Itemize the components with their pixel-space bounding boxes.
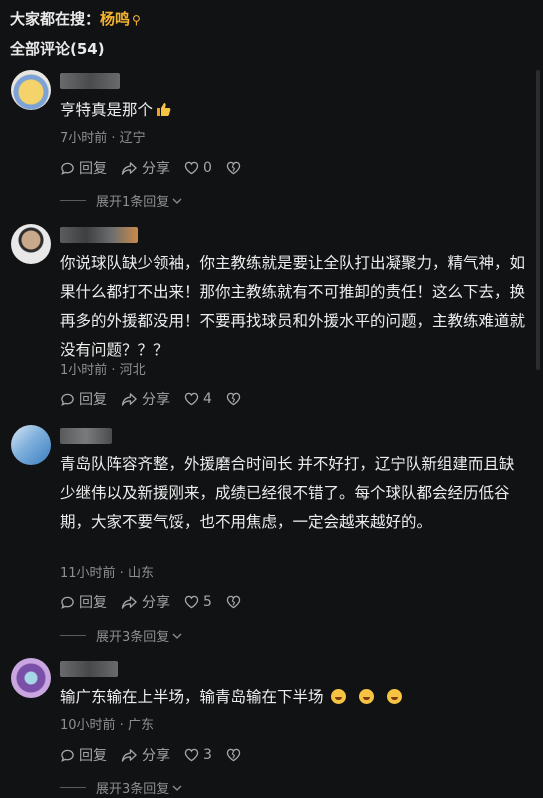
hot-search-label: 大家都在搜： bbox=[10, 10, 101, 28]
username-blurred[interactable] bbox=[60, 661, 118, 679]
comment-actions: 回复 分享 5 bbox=[60, 592, 259, 612]
like-button[interactable]: 3 bbox=[184, 747, 212, 763]
dislike-button[interactable] bbox=[226, 161, 245, 175]
reply-icon bbox=[61, 393, 74, 406]
share-button[interactable]: 分享 bbox=[121, 158, 170, 178]
hot-search-bar[interactable]: 大家都在搜：杨鸣 ⚲ bbox=[10, 8, 141, 29]
like-button[interactable]: 4 bbox=[184, 391, 212, 407]
comment-meta: 1小时前 · 河北 bbox=[60, 363, 146, 378]
expand-replies[interactable]: 展开1条回复 bbox=[60, 191, 182, 210]
dislike-button[interactable] bbox=[226, 392, 245, 406]
share-button[interactable]: 分享 bbox=[121, 592, 170, 612]
comment-actions: 回复 分享 3 bbox=[60, 745, 259, 765]
like-button[interactable]: 0 bbox=[184, 160, 212, 176]
thumbs-up-emoji-icon bbox=[155, 98, 171, 127]
heart-icon bbox=[184, 748, 199, 762]
hot-search-query[interactable]: 杨鸣 bbox=[100, 10, 130, 28]
comment-text: 你说球队缺少领袖，你主教练就是要让全队打出凝聚力，精气神，如果什么都打不出来！那… bbox=[60, 254, 526, 359]
laughing-emoji-icon bbox=[359, 689, 375, 704]
scrollbar[interactable] bbox=[536, 70, 540, 370]
share-button[interactable]: 分享 bbox=[121, 745, 170, 765]
username-blurred[interactable] bbox=[60, 227, 138, 245]
share-icon bbox=[121, 161, 137, 175]
avatar[interactable] bbox=[11, 425, 51, 465]
reply-button[interactable]: 回复 bbox=[60, 745, 107, 765]
reply-icon bbox=[61, 749, 74, 762]
heart-icon bbox=[184, 595, 199, 609]
dislike-button[interactable] bbox=[226, 748, 245, 762]
reply-button[interactable]: 回复 bbox=[60, 592, 107, 612]
broken-heart-icon bbox=[226, 392, 241, 406]
share-button[interactable]: 分享 bbox=[121, 389, 170, 409]
search-icon: ⚲ bbox=[132, 13, 141, 27]
avatar[interactable] bbox=[11, 224, 51, 264]
comment-meta: 10小时前 · 广东 bbox=[60, 718, 154, 733]
username-blurred[interactable] bbox=[60, 428, 112, 446]
comment-actions: 回复 分享 0 bbox=[60, 158, 259, 178]
reply-icon bbox=[61, 596, 74, 609]
like-button[interactable]: 5 bbox=[184, 594, 212, 610]
expand-replies[interactable]: 展开3条回复 bbox=[60, 626, 182, 645]
chevron-down-icon bbox=[172, 198, 182, 204]
reply-button[interactable]: 回复 bbox=[60, 389, 107, 409]
comments-count: 全部评论(54) bbox=[10, 40, 105, 58]
expand-replies[interactable]: 展开3条回复 bbox=[60, 778, 182, 797]
comment-text: 输广东输在上半场，输青岛输在下半场 bbox=[60, 683, 525, 712]
reply-icon bbox=[61, 162, 74, 175]
reply-button[interactable]: 回复 bbox=[60, 158, 107, 178]
dislike-button[interactable] bbox=[226, 595, 245, 609]
comment-meta: 7小时前 · 辽宁 bbox=[60, 131, 146, 146]
chevron-down-icon bbox=[172, 633, 182, 639]
avatar[interactable] bbox=[11, 70, 51, 110]
username-blurred[interactable] bbox=[60, 73, 120, 91]
chevron-down-icon bbox=[172, 785, 182, 791]
laughing-emoji-icon bbox=[387, 689, 403, 704]
laughing-emoji-icon bbox=[331, 689, 347, 704]
comment-text: 亨特真是那个 bbox=[60, 96, 525, 127]
heart-icon bbox=[184, 392, 199, 406]
avatar[interactable] bbox=[11, 658, 51, 698]
heart-icon bbox=[184, 161, 199, 175]
share-icon bbox=[121, 595, 137, 609]
broken-heart-icon bbox=[226, 161, 241, 175]
broken-heart-icon bbox=[226, 748, 241, 762]
comment-actions: 回复 分享 4 bbox=[60, 389, 259, 409]
broken-heart-icon bbox=[226, 595, 241, 609]
comment-text: 青岛队阵容齐整，外援磨合时间长 并不好打，辽宁队新组建而且缺少继伟以及新援刚来，… bbox=[60, 455, 515, 531]
share-icon bbox=[121, 392, 137, 406]
share-icon bbox=[121, 748, 137, 762]
comment-meta: 11小时前 · 山东 bbox=[60, 566, 154, 581]
